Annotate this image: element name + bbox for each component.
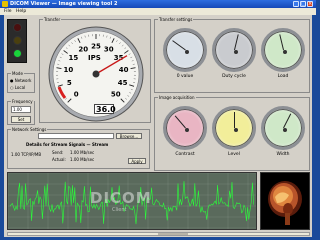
apply-button[interactable]: Apply — [128, 158, 146, 164]
main-gauge-tick-label: 0 — [74, 90, 79, 98]
settings-label: Network Settings — [11, 127, 48, 132]
gauge-contrast-label: Contrast — [175, 152, 195, 157]
info-row-0-key: 1.00 TCP/IP/MB — [11, 152, 42, 157]
menu-bar: File Help — [0, 8, 316, 15]
main-gauge-tick-label: 10 — [63, 66, 73, 74]
main-gauge-unit: IPS — [88, 54, 101, 62]
yellow-light — [13, 36, 22, 45]
waveform-panel: DICOM Client — [7, 172, 257, 230]
mode-label: Mode — [11, 71, 24, 76]
title-bar: DICOM Viewer — Image viewing tool 2 _ □ … — [0, 0, 316, 8]
mode-panel: Mode ● Network ○ Local — [7, 71, 35, 93]
gauge-load — [261, 28, 305, 72]
client-area: Mode ● Network ○ Local Frequency 1.00 Se… — [4, 15, 312, 237]
main-gauge-tick-label: 5 — [67, 79, 72, 87]
gauge-zero-value-label: 0 value — [176, 74, 194, 79]
gauge-duty-cycle-label: Duty cycle — [222, 74, 246, 79]
main-gauge-hub — [92, 70, 100, 78]
watermark-text: DICOM — [90, 189, 152, 207]
top-gauge-panel: Transfer settings 0 value Duty cycle Loa… — [154, 17, 310, 93]
top-gauge-label: Transfer settings — [158, 17, 194, 22]
red-light — [13, 23, 22, 32]
maximize-button[interactable]: □ — [300, 1, 306, 7]
info-row-1-b: 1.00 Mb/sec — [70, 157, 95, 162]
main-gauge-label: Transfer — [43, 17, 62, 22]
main-gauge-panel: Transfer 0 5 10 15 20 25 30 35 40 45 50 IPS 36.0 — [39, 17, 151, 123]
horizontal-scrollbar[interactable] — [7, 232, 310, 236]
mri-thumbnail[interactable] — [260, 172, 310, 230]
green-light — [13, 49, 22, 58]
bottom-gauge-label: Image acquisition — [158, 95, 196, 100]
settings-panel: Network Settings Browse... Details for S… — [7, 127, 150, 169]
bottom-gauge-panel: Image acquisition Contrast Level Width — [154, 95, 310, 171]
gauge-needle — [234, 112, 235, 128]
main-gauge-tick-label: 30 — [104, 46, 114, 54]
info-row-0-b: 1.00 Mb/sec — [70, 150, 95, 155]
frequency-input[interactable]: 1.00 — [11, 106, 31, 113]
gauge-needle — [234, 34, 239, 51]
settings-browse-button[interactable]: Browse... — [116, 133, 142, 139]
main-gauge-tick-label: 15 — [68, 54, 78, 62]
gauge-duty-cycle — [212, 28, 256, 72]
main-gauge-tick-label: 25 — [91, 43, 101, 51]
app-icon — [2, 1, 8, 7]
gauge-needle — [174, 115, 186, 129]
gauge-width — [261, 106, 305, 150]
mri-brain-image — [268, 181, 302, 225]
gauge-needle — [283, 113, 292, 129]
radio-local[interactable]: ○ Local — [10, 85, 25, 90]
menu-file[interactable]: File — [4, 9, 12, 14]
frequency-set-button[interactable]: Set — [11, 116, 31, 123]
status-light-panel — [7, 19, 27, 63]
scrollbar-thumb[interactable] — [158, 233, 188, 235]
settings-path-input[interactable] — [38, 133, 114, 139]
gauge-load-label: Load — [277, 74, 289, 79]
gauge-needle — [172, 40, 186, 51]
frequency-label: Frequency — [11, 99, 34, 104]
minimize-button[interactable]: _ — [293, 1, 299, 7]
gauge-level-label: Level — [228, 152, 240, 157]
close-button[interactable]: × — [307, 1, 313, 7]
gauge-needle — [279, 34, 284, 51]
gauge-width-label: Width — [276, 152, 290, 157]
window-title: DICOM Viewer — Image viewing tool 2 — [10, 1, 118, 7]
main-gauge-tick-label: 20 — [78, 46, 88, 54]
menu-help[interactable]: Help — [16, 9, 26, 14]
main-gauge-tick-label: 40 — [119, 66, 129, 74]
gauge-contrast — [163, 106, 207, 150]
frequency-panel: Frequency 1.00 Set — [7, 99, 35, 125]
info-header: Details for Stream Signals — Stream — [26, 142, 109, 147]
main-gauge-tick-label: 45 — [118, 79, 128, 87]
watermark-subtext: Client — [112, 207, 127, 213]
radio-network[interactable]: ● Network — [10, 78, 31, 83]
info-row-0-a: Send: — [52, 150, 64, 155]
info-row-1-a: Actual: — [52, 157, 66, 162]
main-gauge-readout: 36.0 — [94, 104, 116, 114]
gauge-level — [212, 106, 256, 150]
main-gauge-tick-label: 50 — [111, 90, 121, 98]
gauge-zero-value — [163, 28, 207, 72]
